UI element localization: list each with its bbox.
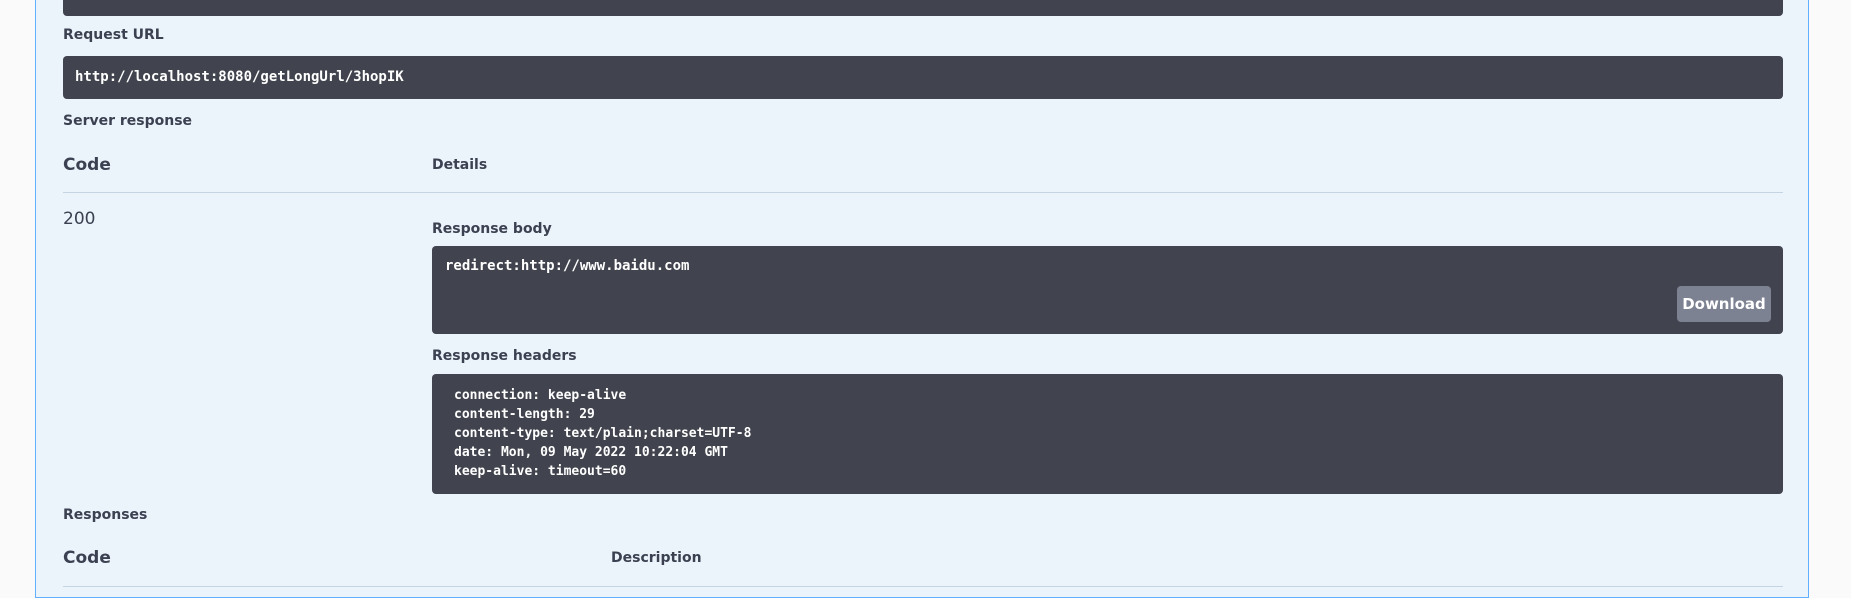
server-response-title: Server response xyxy=(63,113,193,129)
response-header-line: connection: keep-alive xyxy=(454,388,627,403)
response-header-line: keep-alive: timeout=60 xyxy=(454,464,627,479)
response-headers-label: Response headers xyxy=(432,348,577,364)
response-header-line: date: Mon, 09 May 2022 10:22:04 GMT xyxy=(454,445,728,460)
responses-divider xyxy=(63,586,1783,587)
response-body-block: redirect:http://www.baidu.com Download xyxy=(432,246,1783,334)
response-header-line: content-type: text/plain;charset=UTF-8 xyxy=(454,426,752,441)
response-header-line: content-length: 29 xyxy=(454,407,595,422)
responses-description-header: Description xyxy=(611,550,702,566)
operation-panel: Request URL http://localhost:8080/getLon… xyxy=(35,0,1809,598)
server-response-divider xyxy=(63,192,1783,193)
responses-code-header: Code xyxy=(63,548,111,568)
download-button[interactable]: Download xyxy=(1677,286,1771,322)
request-url-block: http://localhost:8080/getLongUrl/3hopIK xyxy=(63,56,1783,99)
response-headers-block: connection: keep-alive content-length: 2… xyxy=(432,374,1783,494)
server-response-details-header: Details xyxy=(432,157,488,173)
responses-title: Responses xyxy=(63,507,148,523)
request-url-value: http://localhost:8080/getLongUrl/3hopIK xyxy=(75,69,404,85)
request-url-label: Request URL xyxy=(63,27,164,43)
response-body-value: redirect:http://www.baidu.com xyxy=(445,258,690,274)
response-headers-list: connection: keep-alive content-length: 2… xyxy=(454,386,751,481)
response-body-label: Response body xyxy=(432,221,552,237)
response-status-code: 200 xyxy=(63,209,96,229)
server-response-code-header: Code xyxy=(63,155,111,175)
curl-block xyxy=(63,0,1783,16)
